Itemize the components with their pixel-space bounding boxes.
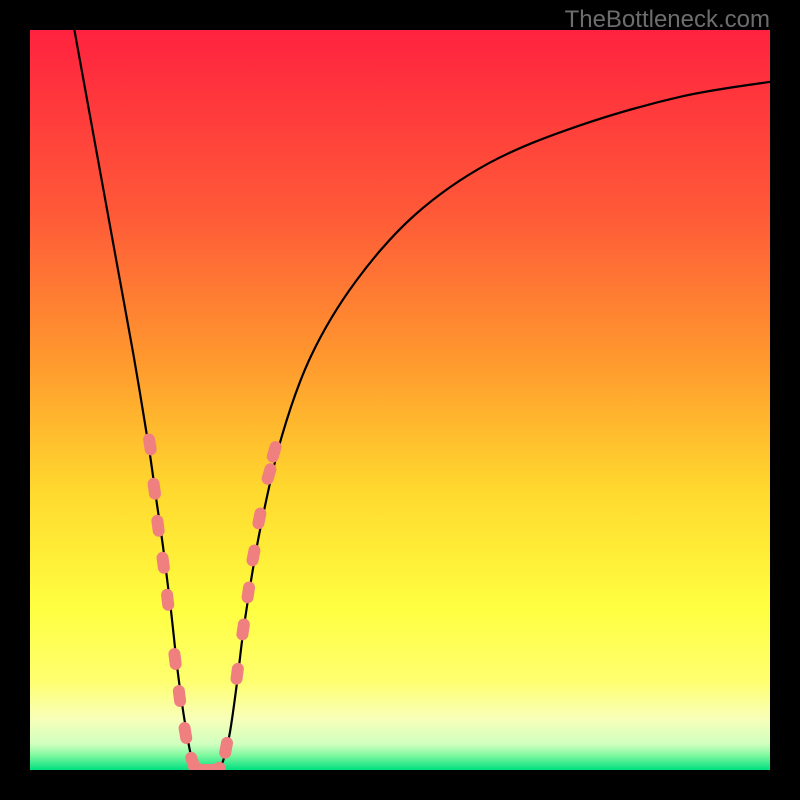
data-marker (218, 736, 234, 760)
data-marker (151, 514, 166, 537)
chart-frame: TheBottleneck.com (0, 0, 800, 800)
data-marker (245, 543, 261, 567)
data-marker (178, 721, 193, 745)
markers-group (142, 433, 283, 770)
data-marker (168, 647, 183, 670)
data-marker (160, 588, 174, 611)
watermark-text: TheBottleneck.com (565, 6, 770, 34)
data-marker (230, 662, 245, 685)
data-marker (156, 551, 171, 574)
data-marker (172, 684, 187, 707)
data-marker (236, 618, 251, 642)
data-marker (147, 477, 162, 500)
data-marker (251, 506, 267, 530)
chart-svg (30, 30, 770, 770)
plot-area (30, 30, 770, 770)
data-marker (142, 433, 157, 457)
data-marker (241, 581, 256, 605)
